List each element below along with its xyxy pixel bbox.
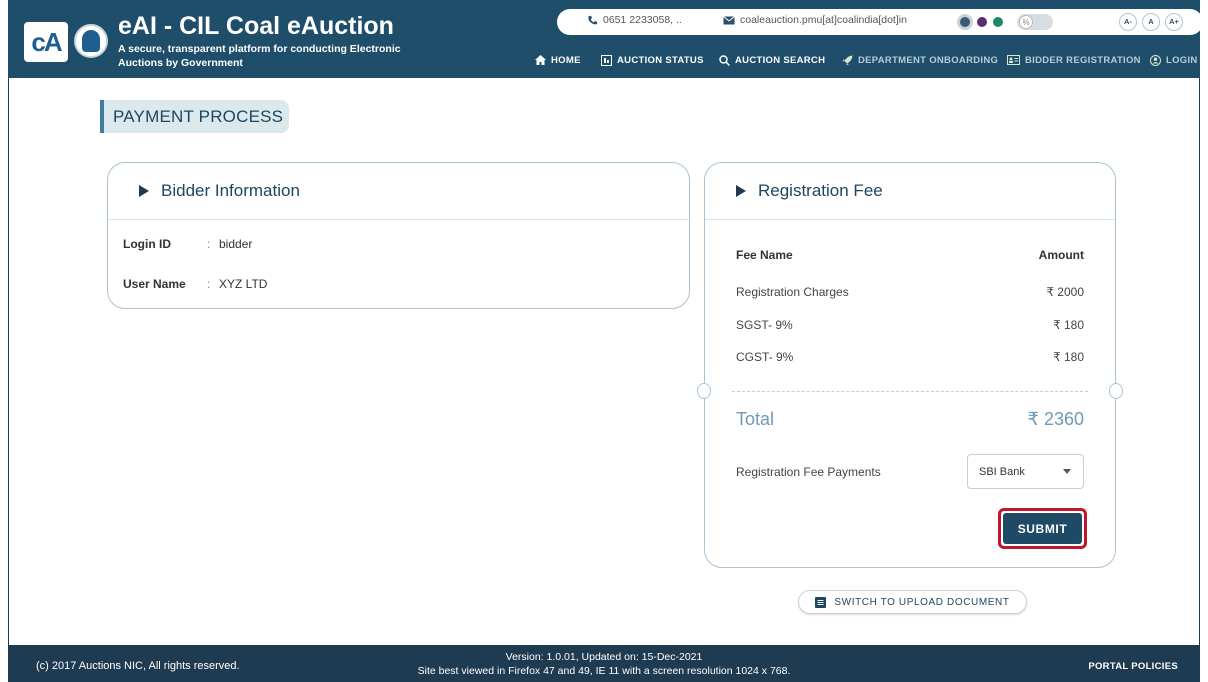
amount-column: Amount [1038, 248, 1084, 262]
fee-row: SGST- 9% ₹ 180 [736, 318, 1084, 332]
bidder-information-card: Bidder Information Login ID : bidder Use… [107, 162, 690, 309]
total-value: ₹ 2360 [1027, 409, 1085, 429]
phone-icon [588, 15, 598, 24]
switch-to-upload-label: SWITCH TO UPLOAD DOCUMENT [834, 596, 1010, 608]
ticket-notch-right [1109, 383, 1123, 399]
chevron-down-icon [1063, 469, 1071, 474]
email-address: coaleauction.pmu[at]coalindia[dot]in [740, 14, 907, 26]
version-text: Version: 1.0.01, Updated on: 15-Dec-2021 [505, 651, 703, 663]
portal-policies-link[interactable]: PORTAL POLICIES [1088, 661, 1178, 672]
email-contact[interactable]: coaleauction.pmu[at]coalindia[dot]in [723, 14, 907, 26]
site-title: eAI - CIL Coal eAuction [118, 12, 394, 40]
user-name-label: User Name [123, 277, 186, 291]
expand-arrow-icon [736, 185, 746, 197]
login-id-value: bidder [219, 237, 253, 251]
site-footer: (c) 2017 Auctions NIC, All rights reserv… [8, 645, 1200, 682]
nav-department-onboarding-label: DEPARTMENT ONBOARDING [858, 54, 999, 66]
registration-fee-title: Registration Fee [758, 181, 883, 200]
submit-highlight: SUBMIT [998, 508, 1087, 549]
ticket-notch-left [697, 383, 711, 399]
mail-icon [723, 15, 735, 24]
nav-bidder-registration-label: BIDDER REGISTRATION [1025, 54, 1141, 66]
site-subtitle: A secure, transparent platform for condu… [118, 43, 401, 69]
footer-version-info: Version: 1.0.01, Updated on: 15-Dec-2021… [8, 650, 1200, 678]
fee-divider [732, 391, 1088, 392]
font-increase-button[interactable]: A+ [1165, 13, 1183, 31]
payment-method-value: SBI Bank [979, 465, 1025, 478]
site-header: cA eAI - CIL Coal eAuction A secure, tra… [8, 0, 1203, 78]
home-icon [535, 55, 546, 65]
theme-dot-blue[interactable] [960, 17, 970, 27]
theme-dot-green[interactable] [993, 17, 1003, 27]
nav-home[interactable]: HOME [535, 52, 581, 68]
contrast-icon: % [1019, 15, 1033, 29]
fee-name-column: Fee Name [736, 248, 793, 262]
user-name-value: XYZ LTD [219, 277, 268, 291]
login-id-row: Login ID : bidder [123, 237, 253, 251]
payment-method-select[interactable]: SBI Bank [967, 454, 1084, 489]
phone-contact[interactable]: 0651 2233058, .. [587, 14, 682, 26]
font-normal-button[interactable]: A [1142, 13, 1160, 31]
nav-home-label: HOME [551, 54, 581, 66]
coal-india-emblem-icon [74, 24, 108, 58]
logo-text: cA [31, 26, 62, 57]
fee-name: SGST- 9% [736, 318, 793, 332]
nav-auction-status-label: AUCTION STATUS [617, 54, 704, 66]
rocket-icon [842, 55, 853, 65]
switch-to-upload-button[interactable]: SWITCH TO UPLOAD DOCUMENT [798, 590, 1027, 614]
total-label: Total [736, 409, 775, 429]
nav-auction-search-label: AUCTION SEARCH [735, 54, 826, 66]
user-icon [1150, 54, 1161, 66]
expand-arrow-icon [139, 185, 149, 197]
fee-amount: ₹ 2000 [1046, 285, 1084, 299]
bidder-information-header[interactable]: Bidder Information [108, 163, 689, 220]
payment-method-label: Registration Fee Payments [736, 465, 881, 479]
document-icon [815, 596, 827, 608]
theme-dot-purple[interactable] [977, 17, 987, 27]
font-decrease-button[interactable]: A- [1119, 13, 1137, 31]
nav-department-onboarding[interactable]: DEPARTMENT ONBOARDING [842, 52, 998, 68]
fee-name: Registration Charges [736, 285, 849, 299]
nav-login[interactable]: LOGIN [1150, 52, 1198, 68]
fee-row: Registration Charges ₹ 2000 [736, 285, 1084, 299]
status-icon [601, 54, 612, 66]
fee-name: CGST- 9% [736, 350, 794, 364]
id-card-icon [1007, 55, 1020, 65]
contrast-toggle[interactable]: % [1017, 14, 1053, 30]
nav-auction-status[interactable]: AUCTION STATUS [601, 52, 704, 68]
nav-auction-search[interactable]: AUCTION SEARCH [719, 52, 825, 68]
site-logo[interactable]: cA [24, 22, 68, 62]
user-name-row: User Name : XYZ LTD [123, 277, 268, 291]
page-title: PAYMENT PROCESS [100, 100, 289, 133]
nav-login-label: LOGIN [1166, 54, 1198, 66]
fee-row: CGST- 9% ₹ 180 [736, 350, 1084, 364]
fee-amount: ₹ 180 [1053, 350, 1084, 364]
phone-number: 0651 2233058, .. [603, 14, 682, 26]
utility-bar: 0651 2233058, .. coaleauction.pmu[at]coa… [557, 9, 1203, 35]
login-id-label: Login ID [123, 237, 171, 251]
nav-bidder-registration[interactable]: BIDDER REGISTRATION [1007, 52, 1141, 68]
fee-table-header: Fee Name Amount [736, 248, 1084, 262]
search-icon [719, 54, 730, 66]
bidder-information-title: Bidder Information [161, 181, 300, 200]
submit-button[interactable]: SUBMIT [1003, 513, 1082, 544]
total-row: Total ₹ 2360 [736, 409, 1084, 430]
fee-amount: ₹ 180 [1053, 318, 1084, 332]
registration-fee-header[interactable]: Registration Fee [705, 163, 1115, 220]
browser-note: Site best viewed in Firefox 47 and 49, I… [417, 665, 791, 677]
registration-fee-card: Registration Fee Fee Name Amount Registr… [697, 162, 1123, 568]
